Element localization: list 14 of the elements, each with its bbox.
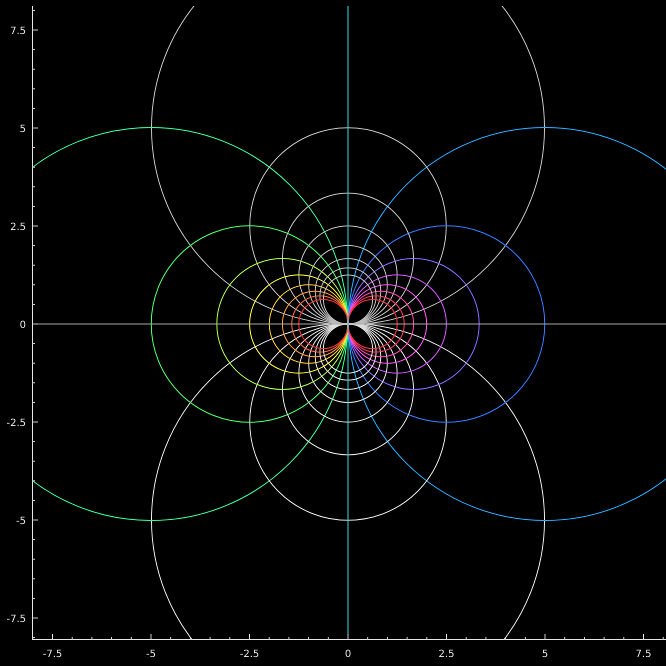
axis-tick-label: 2.5 [10,222,26,233]
axis-tick-label: 5 [542,649,548,660]
axis-tick-label: 5 [20,124,26,135]
axis-tick-label: 0 [20,320,26,331]
axis-tick-label: -2.5 [6,418,26,429]
axis-tick-label: 2.5 [438,649,454,660]
axis-tick-label: -2.5 [240,649,260,660]
axis-tick-label: 7.5 [10,26,26,37]
axis-tick-label: -7.5 [6,614,26,625]
axis-tick-label: -7.5 [42,649,62,660]
axis-tick-label: -5 [16,516,26,527]
axis-tick-label: 7.5 [636,649,652,660]
axis-tick-label: 0 [344,649,352,660]
axis-tick-label: -5 [146,649,156,660]
